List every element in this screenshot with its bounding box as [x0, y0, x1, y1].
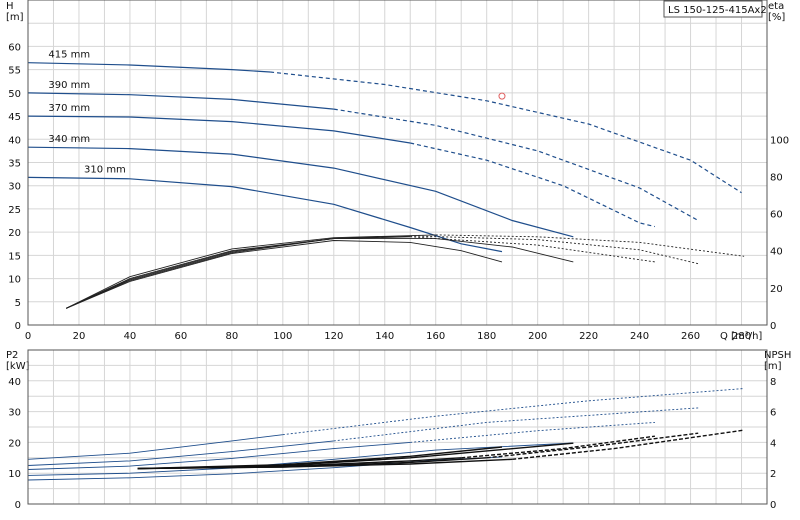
y-tick-label: 20	[8, 228, 21, 239]
series-power-solid	[27, 456, 503, 481]
y-tick-label: 35	[8, 159, 21, 170]
y-tick-label: 30	[8, 182, 21, 193]
x-tick-label: 240	[630, 331, 649, 342]
x-tick-label: 260	[681, 331, 700, 342]
chart-title-box: LS 150-125-415Ax2	[663, 0, 767, 18]
duty-point-marker	[498, 92, 506, 100]
p2-tick-label: 40	[8, 377, 21, 388]
p2-axis-label: [kW]	[6, 361, 30, 372]
chart-title: LS 150-125-415Ax2	[668, 5, 767, 16]
y2-tick-label: 20	[770, 284, 783, 295]
npsh-tick-label: 4	[770, 438, 776, 449]
y-axis-label: H	[6, 1, 14, 12]
y2-tick-label: 0	[770, 321, 776, 332]
x-tick-label: 180	[477, 331, 496, 342]
y2-tick-label: 80	[770, 172, 783, 183]
y2-tick-label: 100	[770, 135, 789, 146]
y-tick-label: 50	[8, 89, 21, 100]
series-head-dashed	[410, 142, 656, 228]
y2-tick-label: 40	[770, 247, 783, 258]
x-tick-label: 160	[426, 331, 445, 342]
series-label-370-mm: 370 mm	[48, 103, 90, 114]
npsh-axis-label: NPSH	[764, 350, 791, 361]
y2-tick-label: 60	[770, 210, 783, 221]
x-tick-label: 200	[528, 331, 547, 342]
axis-labels: H[m]eta[%]P2[kW]NPSH[m]Q [m³/h]	[6, 1, 791, 372]
x-tick-label: 0	[25, 331, 31, 342]
x-tick-label: 220	[579, 331, 598, 342]
tick-labels: 0 20 40 60 80 100 120 140 160 180 200 220 240 260 2800…	[8, 42, 789, 511]
npsh-tick-label: 6	[770, 408, 776, 419]
series-eta-solid	[66, 240, 503, 309]
series-eta-solid	[66, 234, 436, 309]
npsh-tick-label: 8	[770, 377, 776, 388]
lower-grid	[28, 350, 767, 504]
y-tick-label: 60	[8, 42, 21, 53]
y-tick-label: 15	[8, 251, 21, 262]
series-power-dashed	[333, 407, 699, 442]
y-tick-label: 5	[15, 298, 21, 309]
x-tick-label: 120	[324, 331, 343, 342]
series-label-415-mm: 415 mm	[48, 50, 90, 61]
x-tick-label: 60	[175, 331, 188, 342]
series-label-390-mm: 390 mm	[48, 80, 90, 91]
series-label-310-mm: 310 mm	[84, 164, 126, 175]
head-and-efficiency-curves: 415 mm 390 mm 370 mm 340 mm 310 mm	[27, 50, 745, 309]
p2-tick-label: 0	[15, 500, 21, 511]
series-eta-solid	[66, 235, 411, 309]
npsh-tick-label: 2	[770, 469, 776, 480]
series-eta-dashed	[435, 234, 745, 257]
series-head-solid	[27, 62, 271, 73]
x-tick-label: 100	[273, 331, 292, 342]
series-eta-dashed	[410, 236, 655, 263]
series-head-solid	[27, 146, 574, 238]
y2-axis-label: [%]	[768, 12, 785, 23]
y-tick-label: 25	[8, 205, 21, 216]
x-tick-label: 80	[225, 331, 238, 342]
p2-tick-label: 30	[8, 408, 21, 419]
x-tick-label: 140	[375, 331, 394, 342]
series-head-dashed	[333, 108, 699, 222]
x-tick-label: 20	[73, 331, 86, 342]
y-tick-label: 45	[8, 112, 21, 123]
p2-tick-label: 20	[8, 438, 21, 449]
y-tick-label: 10	[8, 275, 21, 286]
p2-axis-label: P2	[6, 350, 18, 361]
series-power-dashed	[410, 421, 655, 443]
y-tick-label: 55	[8, 66, 21, 77]
x-tick-label: 280	[732, 331, 751, 342]
series-label-340-mm: 340 mm	[48, 134, 90, 145]
series-eta-solid	[66, 236, 411, 309]
p2-tick-label: 10	[8, 469, 21, 480]
x-tick-label: 40	[124, 331, 137, 342]
npsh-tick-label: 0	[770, 500, 776, 511]
y2-axis-label: eta	[768, 1, 784, 12]
series-head-solid	[27, 176, 503, 253]
y-axis-label: [m]	[6, 12, 24, 23]
y-tick-label: 0	[15, 321, 21, 332]
y-tick-label: 40	[8, 135, 21, 146]
pump-performance-chart: 415 mm 390 mm 370 mm 340 mm 310 mm H[m] eta[%…	[6, 0, 791, 511]
power-and-npsh-curves	[27, 388, 745, 481]
